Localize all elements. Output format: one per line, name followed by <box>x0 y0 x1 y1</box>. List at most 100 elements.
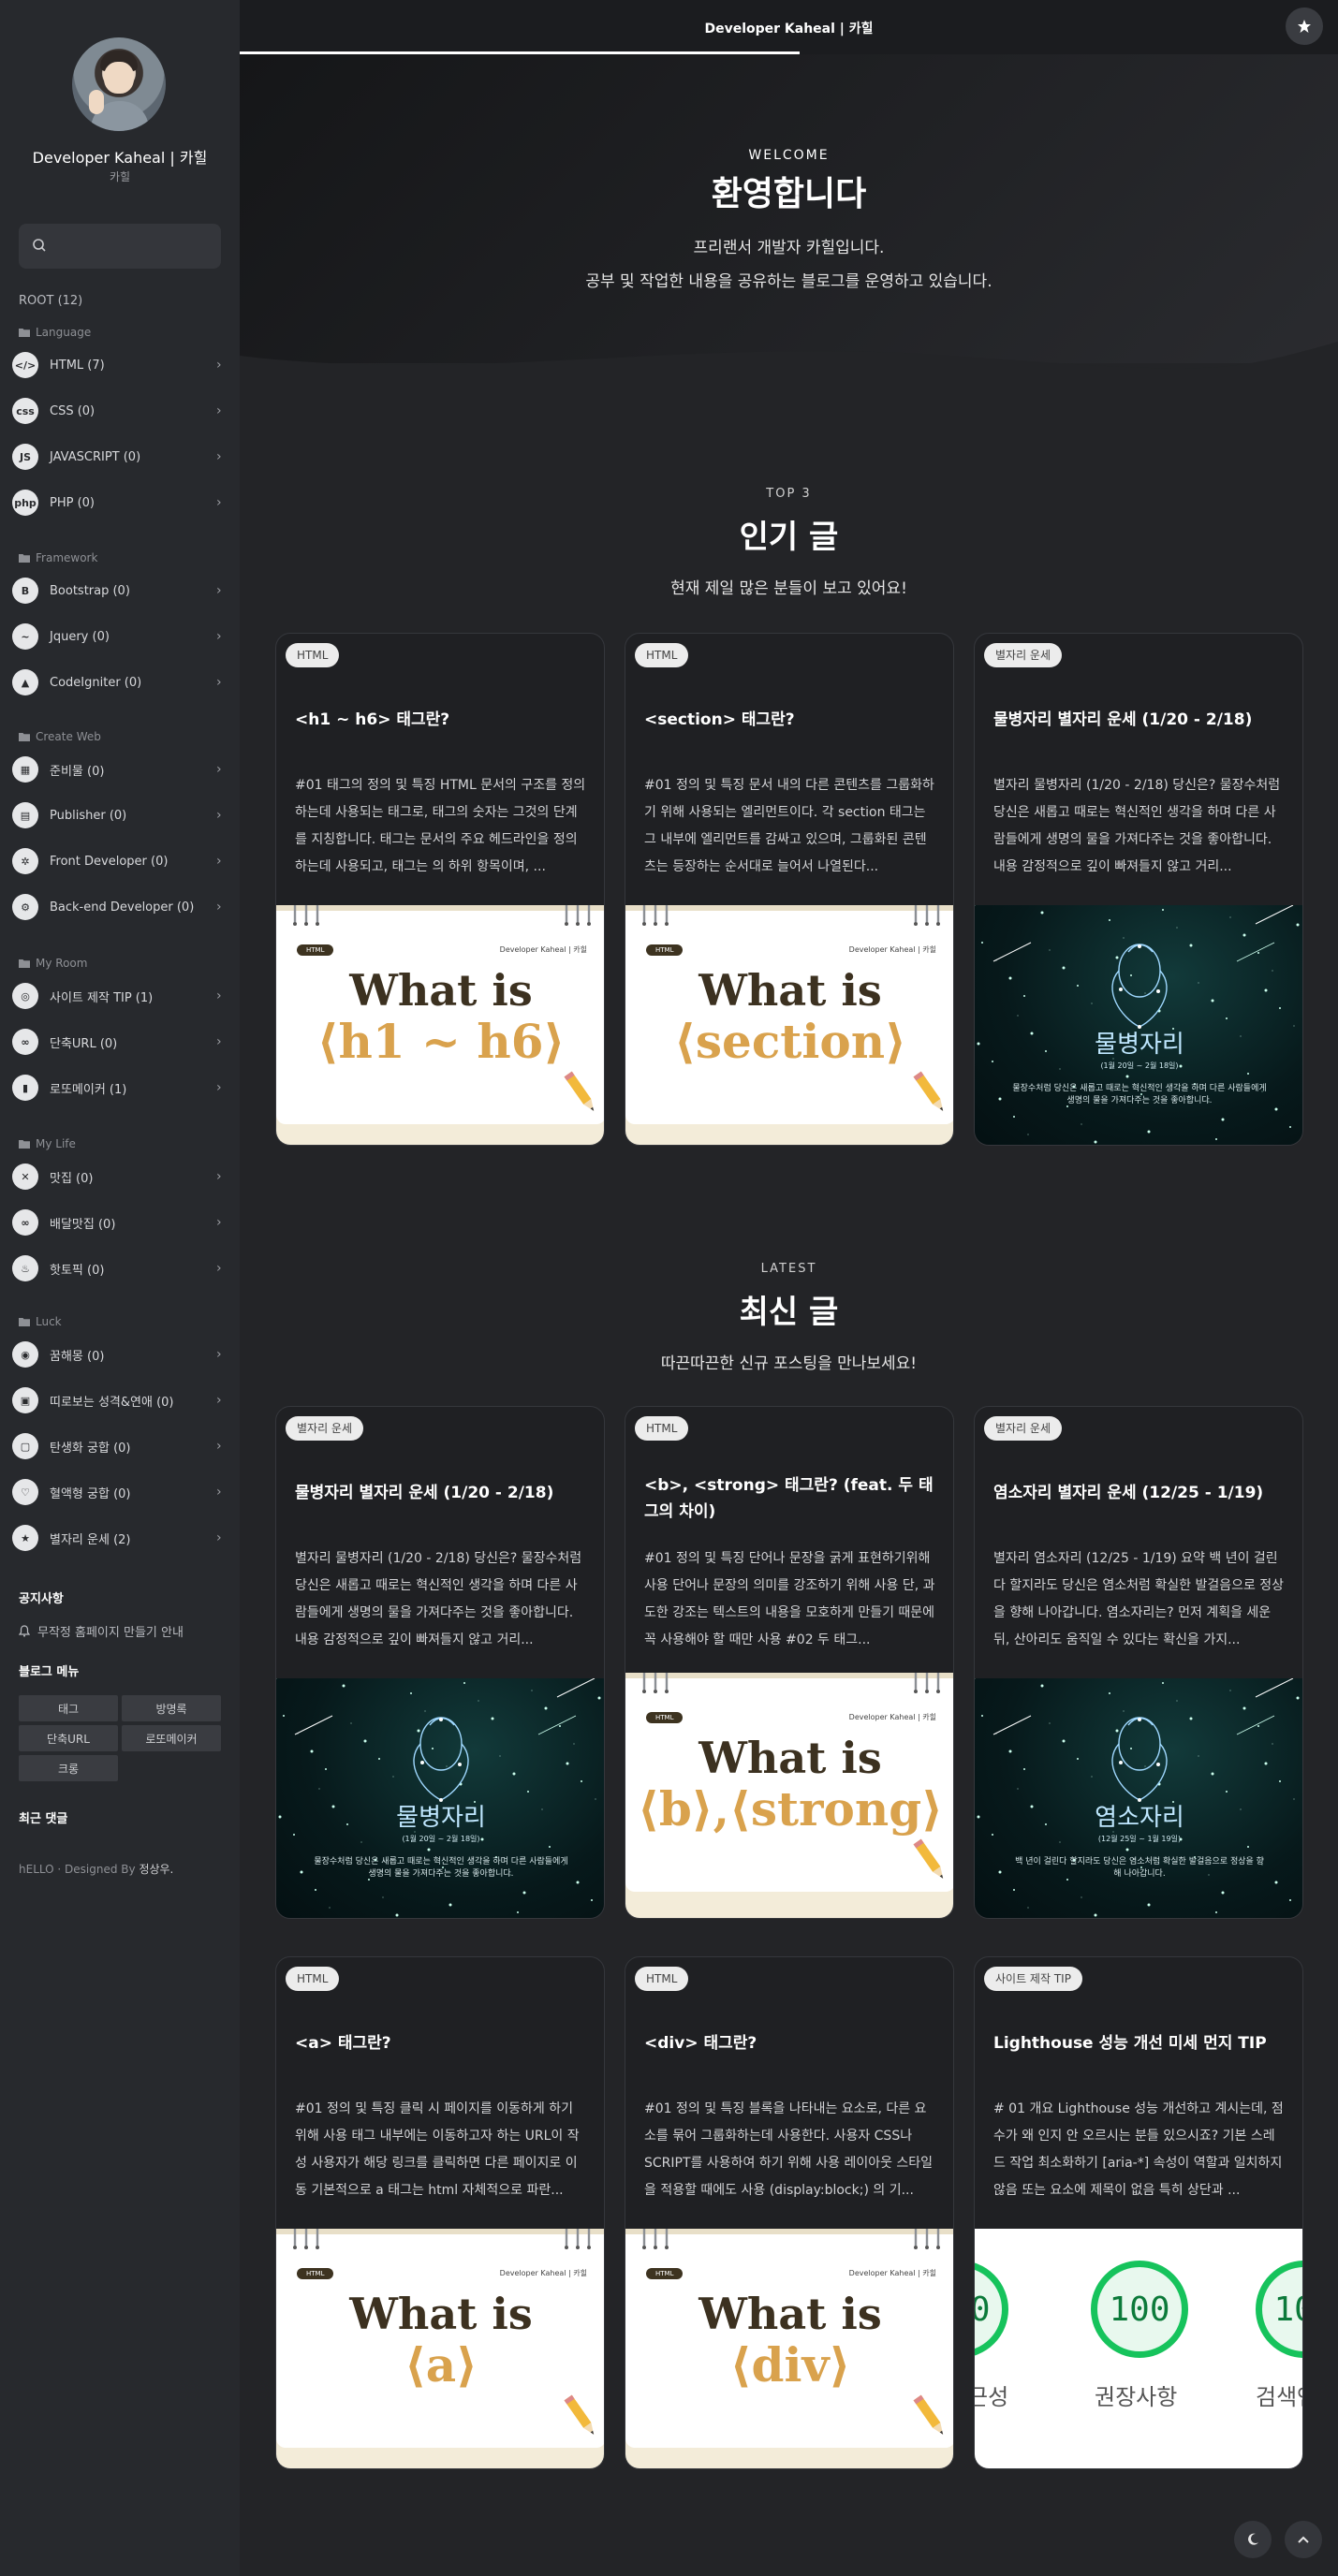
post-card[interactable]: HTML <h1 ~ h6> 태그란? #01 태그의 정의 및 특징 HTML 문… <box>275 633 605 1146</box>
post-excerpt: #01 정의 및 특징 문서 내의 다른 콘텐츠를 그룹화하기 위해 사용되는 … <box>644 778 934 874</box>
post-thumbnail[interactable]: HTML Developer Kaheal | 카힐 What is ⟨h1 ~ h6… <box>276 905 604 1145</box>
category-item[interactable]: php PHP (0) › <box>12 489 226 517</box>
category-badge[interactable]: 별자리 운세 <box>984 1416 1063 1441</box>
thumb-headline: What is <box>349 965 533 1016</box>
post-thumbnail[interactable]: 100 근성 100 권장사항 100 검색엔진 최적화 <box>975 2229 1302 2468</box>
preparation-icon: ▦ <box>12 756 38 783</box>
post-excerpt: 별자리 물병자리 (1/20 - 2/18) 당신은? 물장수처럼 당신은 새롭… <box>993 778 1281 874</box>
pencil-icon <box>913 1071 944 1111</box>
chevron-right-icon: › <box>216 449 222 464</box>
folder-icon <box>19 1318 30 1326</box>
notice-title: 공지사항 <box>19 1592 64 1606</box>
category-item[interactable]: ∞ 배달맛집 (0) › <box>12 1208 226 1237</box>
category-label: 로또메이커 (1) <box>50 1082 127 1097</box>
category-item[interactable]: ▤ Publisher (0) › <box>12 801 226 829</box>
category-item[interactable]: ▦ 준비물 (0) › <box>12 755 226 783</box>
category-root[interactable]: ROOT (12) <box>19 294 82 308</box>
pencil-icon <box>913 1838 944 1879</box>
post-title[interactable]: 염소자리 별자리 운세 (12/25 - 1/19) <box>993 1480 1286 1506</box>
latest-title: 최신 글 <box>739 1294 839 1331</box>
notice-item[interactable]: 무작정 홈페이지 만들기 안내 <box>19 1622 184 1640</box>
post-thumbnail[interactable]: HTML Developer Kaheal | 카힐 What is ⟨div⟩ <box>625 2229 953 2468</box>
scroll-top-button[interactable] <box>1285 2521 1322 2558</box>
category-item[interactable]: ♨ 핫토픽 (0) › <box>12 1254 226 1282</box>
post-card[interactable]: 별자리 운세 염소자리 별자리 운세 (12/25 - 1/19) 별자리 염소자리… <box>974 1406 1303 1919</box>
menu-krong[interactable]: 크롱 <box>19 1755 118 1781</box>
category-item[interactable]: B Bootstrap (0) › <box>12 577 226 605</box>
link-gear-icon: ⚙ <box>12 894 38 920</box>
chevron-right-icon: › <box>216 1347 222 1362</box>
credit-author-link[interactable]: 정상우. <box>139 1863 173 1876</box>
menu-guestbook[interactable]: 방명록 <box>122 1695 221 1721</box>
bike-icon: ∞ <box>12 1209 38 1236</box>
category-item[interactable]: </> HTML (7) › <box>12 351 226 379</box>
post-card[interactable]: 별자리 운세물병자리 별자리 운세 (1/20 - 2/18) 별자리 물병자리 … <box>974 633 1303 1146</box>
zodiac-name: 물병자리 <box>1095 1031 1184 1059</box>
dark-mode-toggle[interactable] <box>1234 2521 1272 2558</box>
category-item[interactable]: ▲ CodeIgniter (0) › <box>12 668 226 696</box>
post-thumbnail[interactable]: 염소자리 (12월 25일 ~ 1월 19일) 백 년이 걸린다 할지라도 당신은 … <box>975 1678 1302 1918</box>
menu-short-url[interactable]: 단축URL <box>19 1725 118 1751</box>
category-badge[interactable]: HTML <box>635 643 689 667</box>
post-thumbnail[interactable]: 물병자리 (1월 20일 ~ 2월 18일) 물장수처럼 당신은 새롭고 때로는 혁… <box>975 905 1302 1145</box>
category-badge[interactable]: 사이트 제작 TIP <box>984 1967 1082 1991</box>
category-badge[interactable]: 별자리 운세 <box>984 643 1063 667</box>
chevron-right-icon: › <box>216 675 222 690</box>
post-title[interactable]: <b>, <strong> 태그란? (feat. 두 태그의 차이) <box>644 1472 936 1525</box>
post-title[interactable]: Lighthouse 성능 개선 미세 먼지 TIP <box>993 2030 1286 2056</box>
post-title[interactable]: <h1 ~ h6> 태그란? <box>295 707 587 733</box>
category-item[interactable]: ♡ 혈액형 궁합 (0) › <box>12 1478 226 1506</box>
binder-rings-icon <box>565 905 591 926</box>
post-thumbnail[interactable]: HTML Developer Kaheal | 카힐 What is ⟨section… <box>625 905 953 1145</box>
post-thumbnail[interactable]: HTML Developer Kaheal | 카힐 What is ⟨a⟩ <box>276 2229 604 2468</box>
thumb-brand: Developer Kaheal | 카힐 <box>499 945 587 954</box>
menu-lotto-maker[interactable]: 로또메이커 <box>122 1725 221 1751</box>
category-item[interactable]: ◎ 사이트 제작 TIP (1) › <box>12 982 226 1010</box>
category-item[interactable]: ✲ Front Developer (0) › <box>12 847 226 875</box>
post-title[interactable]: <a> 태그란? <box>295 2030 587 2056</box>
category-label: 별자리 운세 (2) <box>50 1532 131 1547</box>
binder-rings-icon <box>642 2229 669 2249</box>
category-badge[interactable]: HTML <box>635 1416 689 1441</box>
post-card[interactable]: HTML <a> 태그란? #01 정의 및 특징 클릭 시 페이지를 이동하게 하… <box>275 1956 605 2469</box>
pencil-icon <box>564 1071 595 1111</box>
avatar[interactable] <box>72 37 166 131</box>
category-item[interactable]: ✕ 맛집 (0) › <box>12 1163 226 1191</box>
menu-tag[interactable]: 태그 <box>19 1695 118 1721</box>
category-label: 배달맛집 (0) <box>50 1217 116 1232</box>
category-badge[interactable]: 별자리 운세 <box>286 1416 364 1441</box>
lighthouse-score-label: 근성 <box>975 2384 1009 2410</box>
header-title[interactable]: Developer Kaheal | 카힐 <box>240 19 1338 37</box>
post-title[interactable]: 물병자리 별자리 운세 (1/20 - 2/18) <box>295 1480 587 1506</box>
post-title[interactable]: <section> 태그란? <box>644 707 936 733</box>
category-label: PHP (0) <box>50 495 96 510</box>
category-item[interactable]: ★ 별자리 운세 (2) › <box>12 1524 226 1552</box>
post-title[interactable]: 물병자리 별자리 운세 (1/20 - 2/18) <box>993 707 1286 733</box>
post-card[interactable]: 별자리 운세 물병자리 별자리 운세 (1/20 - 2/18) 별자리 물병자리 … <box>275 1406 605 1919</box>
search-input[interactable] <box>19 224 221 269</box>
category-item[interactable]: ~ Jquery (0) › <box>12 622 226 651</box>
post-thumbnail[interactable]: HTML Developer Kaheal | 카힐 What is ⟨b⟩,⟨str… <box>625 1673 953 1918</box>
category-item[interactable]: ▮ 로또메이커 (1) › <box>12 1074 226 1102</box>
category-item[interactable]: ◉ 꿈해몽 (0) › <box>12 1340 226 1368</box>
category-item[interactable]: ▢ 탄생화 궁합 (0) › <box>12 1432 226 1460</box>
post-card[interactable]: HTML <section> 태그란? #01 정의 및 특징 문서 내의 다른 콘… <box>625 633 954 1146</box>
chevron-right-icon: › <box>216 1261 222 1276</box>
gear-icon: ✲ <box>12 848 38 874</box>
post-card[interactable]: HTML <b>, <strong> 태그란? (feat. 두 태그의 차이) #… <box>625 1406 954 1919</box>
category-item[interactable]: ∞ 단축URL (0) › <box>12 1028 226 1056</box>
post-title[interactable]: <div> 태그란? <box>644 2030 936 2056</box>
category-badge[interactable]: HTML <box>286 643 340 667</box>
category-item[interactable]: ⚙ Back-end Developer (0) › <box>12 893 226 921</box>
category-item[interactable]: css CSS (0) › <box>12 397 226 425</box>
post-card[interactable]: HTML <div> 태그란? #01 정의 및 특징 블록을 나타내는 요소로, … <box>625 1956 954 2469</box>
bookmark-button[interactable] <box>1286 7 1323 45</box>
blog-name[interactable]: Developer Kaheal | 카힐 <box>0 145 240 168</box>
chevron-right-icon: › <box>216 1439 222 1454</box>
category-badge[interactable]: HTML <box>635 1967 689 1991</box>
post-thumbnail[interactable]: 물병자리 (1월 20일 ~ 2월 18일) 물장수처럼 당신은 새롭고 때로는 혁… <box>276 1678 604 1918</box>
category-item[interactable]: ▣ 띠로보는 성격&연애 (0) › <box>12 1386 226 1414</box>
post-card[interactable]: 사이트 제작 TIP Lighthouse 성능 개선 미세 먼지 TIP # 01… <box>974 1956 1303 2469</box>
category-item[interactable]: JS JAVASCRIPT (0) › <box>12 443 226 471</box>
category-badge[interactable]: HTML <box>286 1967 340 1991</box>
